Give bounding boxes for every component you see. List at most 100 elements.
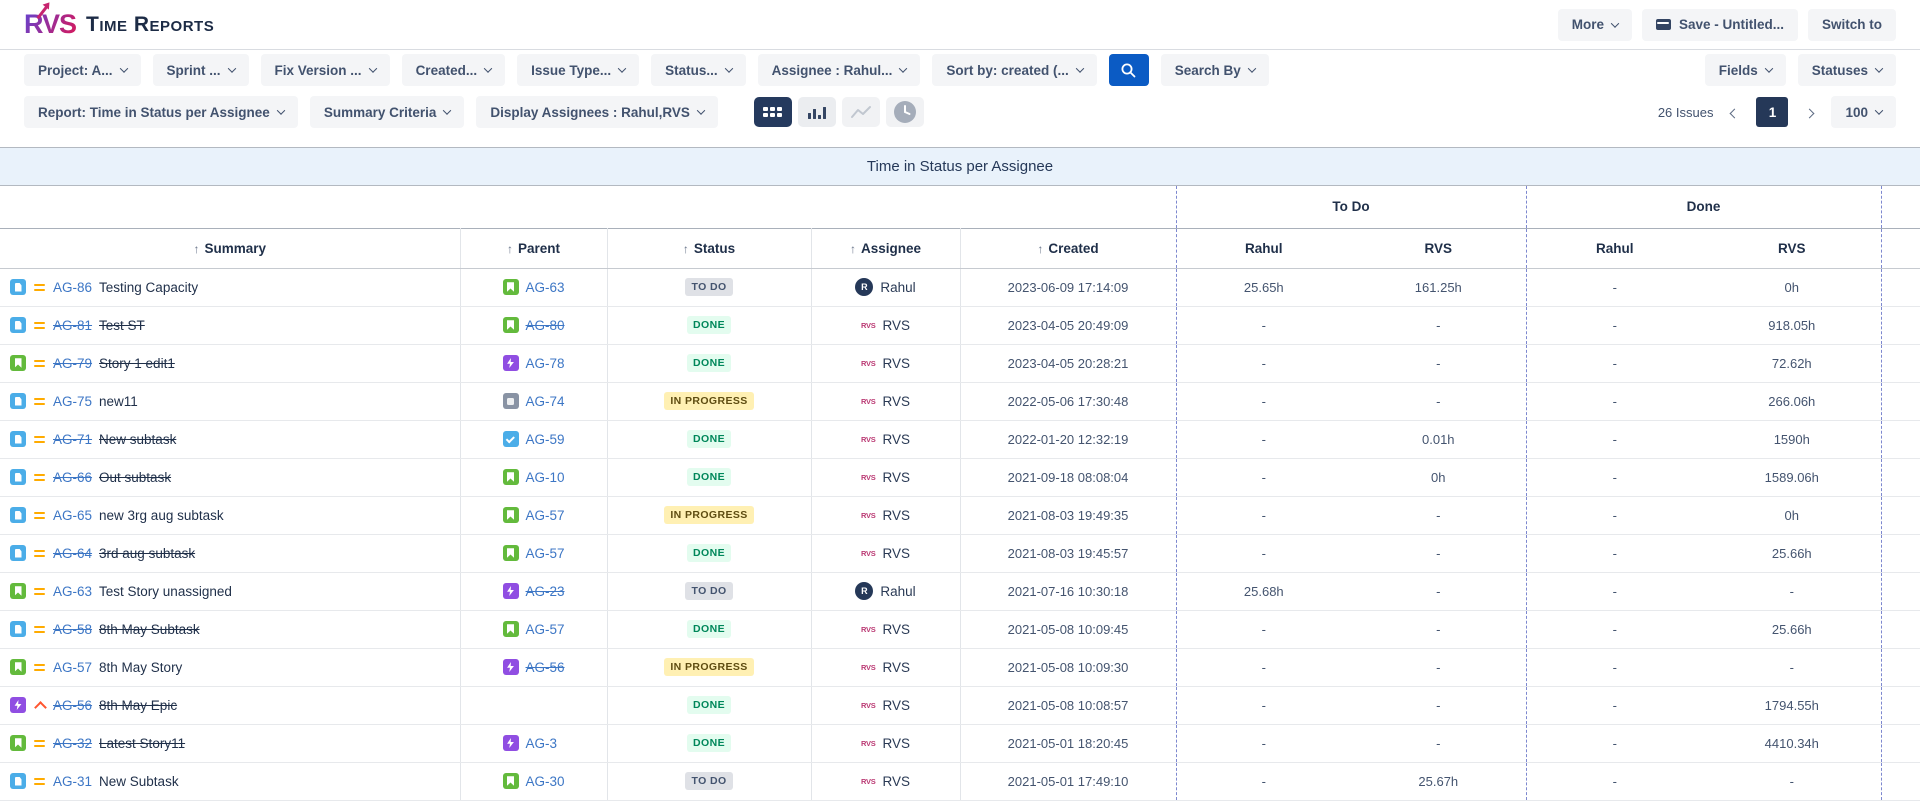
parent-key-link[interactable]: AG-74 [526, 394, 565, 409]
table-row[interactable]: AG-57 8th May Story AG-56 IN PROGRESS RV… [0, 648, 1920, 687]
rvs-avatar-icon: RVS [861, 510, 876, 520]
more-button[interactable]: More [1557, 8, 1632, 41]
parent-key-link[interactable]: AG-59 [526, 432, 565, 447]
parent-key-link[interactable]: AG-80 [526, 318, 565, 333]
issue-key-link[interactable]: AG-71 [53, 432, 92, 447]
issue-key-link[interactable]: AG-79 [53, 356, 92, 371]
issue-key-link[interactable]: AG-32 [53, 736, 92, 751]
filter-dropdown-3[interactable]: Created... [401, 54, 506, 86]
display-assignees-dropdown[interactable]: Display Assignees : Rahul,RVS [476, 96, 718, 128]
filter-dropdown-7[interactable]: Sort by: created (... [932, 54, 1097, 86]
parent-type-icon [502, 279, 519, 295]
page-size-dropdown[interactable]: 100 [1831, 96, 1896, 128]
assignee-name: RVS [882, 469, 910, 485]
parent-key-link[interactable]: AG-30 [526, 774, 565, 789]
filter-dropdown-1[interactable]: Sprint ... [152, 54, 249, 86]
column-header-status[interactable]: ↑ Status [607, 227, 812, 269]
value-done-rahul: - [1526, 572, 1704, 611]
issue-key-link[interactable]: AG-65 [53, 508, 92, 523]
search-by-dropdown[interactable]: Search By [1160, 54, 1269, 86]
table-row[interactable]: AG-86 Testing Capacity AG-63 TO DO R Rah… [0, 268, 1920, 307]
bar-chart-view-button[interactable] [797, 97, 836, 127]
value-done-rahul: - [1526, 344, 1704, 383]
parent-key-link[interactable]: AG-10 [526, 470, 565, 485]
parent-key-link[interactable]: AG-57 [526, 622, 565, 637]
issue-key-link[interactable]: AG-58 [53, 622, 92, 637]
column-header-created[interactable]: ↑ Created [960, 227, 1177, 269]
priority-icon [33, 737, 46, 749]
parent-key-link[interactable]: AG-56 [526, 660, 565, 675]
issue-key-link[interactable]: AG-31 [53, 774, 92, 789]
table-row[interactable]: AG-71 New subtask AG-59 DONE RVS RVS 202… [0, 420, 1920, 459]
priority-icon [33, 319, 46, 331]
rvs-logo-icon: RVS [24, 4, 76, 38]
issue-key-link[interactable]: AG-63 [53, 584, 92, 599]
filter-dropdown-0[interactable]: Project: A... [24, 54, 141, 86]
filter-dropdown-6[interactable]: Assignee : Rahul... [757, 54, 921, 86]
prev-page-button[interactable] [1727, 101, 1742, 124]
value-todo-rahul: - [1176, 724, 1352, 763]
value-todo-rvs: - [1351, 496, 1527, 535]
parent-key-link[interactable]: AG-78 [526, 356, 565, 371]
table-row[interactable]: AG-58 8th May Subtask AG-57 DONE RVS RVS… [0, 610, 1920, 649]
next-page-button[interactable] [1802, 101, 1817, 124]
parent-key-link[interactable]: AG-57 [526, 508, 565, 523]
table-view-button[interactable] [753, 97, 792, 127]
table-row[interactable]: AG-64 3rd aug subtask AG-57 DONE RVS RVS… [0, 534, 1920, 573]
line-chart-view-button[interactable] [841, 97, 880, 127]
statuses-label: Statuses [1811, 62, 1868, 78]
filter-dropdown-2[interactable]: Fix Version ... [260, 54, 390, 86]
chevron-left-icon [1730, 108, 1740, 118]
issue-key-link[interactable]: AG-64 [53, 546, 92, 561]
summary-criteria-dropdown[interactable]: Summary Criteria [309, 96, 465, 128]
assignee-name: RVS [882, 659, 910, 675]
rvs-avatar-icon: RVS [861, 548, 876, 558]
issue-summary: Test ST [99, 317, 145, 333]
search-button[interactable] [1108, 54, 1149, 86]
switch-to-label: Switch to [1822, 17, 1882, 32]
table-row[interactable]: AG-65 new 3rg aug subtask AG-57 IN PROGR… [0, 496, 1920, 535]
sort-asc-icon: ↑ [506, 241, 513, 256]
table-row[interactable]: AG-75 new11 AG-74 IN PROGRESS RVS RVS 20… [0, 382, 1920, 421]
issue-type-icon [10, 393, 26, 409]
table-row[interactable]: AG-32 Latest Story11 AG-3 DONE RVS RVS 2… [0, 724, 1920, 763]
report-dropdown[interactable]: Report: Time in Status per Assignee [24, 96, 298, 128]
issue-key-link[interactable]: AG-86 [53, 280, 92, 295]
chevron-down-icon [443, 106, 452, 115]
fields-dropdown[interactable]: Fields [1704, 54, 1786, 86]
issue-key-link[interactable]: AG-81 [53, 318, 92, 333]
table-row[interactable]: AG-63 Test Story unassigned AG-23 TO DO … [0, 572, 1920, 611]
table-row[interactable]: AG-56 8th May Epic DONE RVS RVS 2021-05-… [0, 686, 1920, 725]
filter-dropdown-5[interactable]: Status... [651, 54, 746, 86]
parent-key-link[interactable]: AG-57 [526, 546, 565, 561]
save-button[interactable]: Save - Untitled... [1641, 8, 1798, 41]
parent-key-link[interactable]: AG-63 [526, 280, 565, 295]
column-header-summary[interactable]: ↑ Summary [0, 227, 461, 269]
table-row[interactable]: AG-79 Story 1 edit1 AG-78 DONE RVS RVS 2… [0, 344, 1920, 383]
issue-key-link[interactable]: AG-75 [53, 394, 92, 409]
parent-key-link[interactable]: AG-23 [526, 584, 565, 599]
table-row[interactable]: AG-31 New Subtask AG-30 TO DO RVS RVS 20… [0, 762, 1920, 801]
table-row[interactable]: AG-81 Test ST AG-80 DONE RVS RVS 2023-04… [0, 306, 1920, 345]
time-view-button[interactable] [885, 97, 924, 127]
rvs-avatar-icon: RVS [861, 624, 876, 634]
chevron-right-icon [1805, 108, 1815, 118]
cut-cell [1881, 458, 1920, 497]
column-header-todo-rahul: Rahul [1176, 227, 1352, 269]
status-badge: DONE [687, 696, 731, 714]
issue-key-link[interactable]: AG-66 [53, 470, 92, 485]
issue-key-link[interactable]: AG-57 [53, 660, 92, 675]
column-header-assignee[interactable]: ↑ Assignee [811, 227, 961, 269]
value-todo-rahul: - [1176, 534, 1352, 573]
column-header-parent[interactable]: ↑ Parent [460, 227, 608, 269]
sort-asc-icon: ↑ [682, 241, 689, 256]
parent-key-link[interactable]: AG-3 [526, 736, 558, 751]
switch-to-button[interactable]: Switch to [1808, 8, 1896, 41]
table-row[interactable]: AG-66 Out subtask AG-10 DONE RVS RVS 202… [0, 458, 1920, 497]
statuses-dropdown[interactable]: Statuses [1797, 54, 1896, 86]
issue-summary: 8th May Epic [99, 697, 178, 713]
current-page-button[interactable]: 1 [1756, 97, 1789, 127]
issue-key-link[interactable]: AG-56 [53, 698, 92, 713]
report-title: Time in Status per Assignee [0, 147, 1920, 186]
filter-dropdown-4[interactable]: Issue Type... [517, 54, 640, 86]
